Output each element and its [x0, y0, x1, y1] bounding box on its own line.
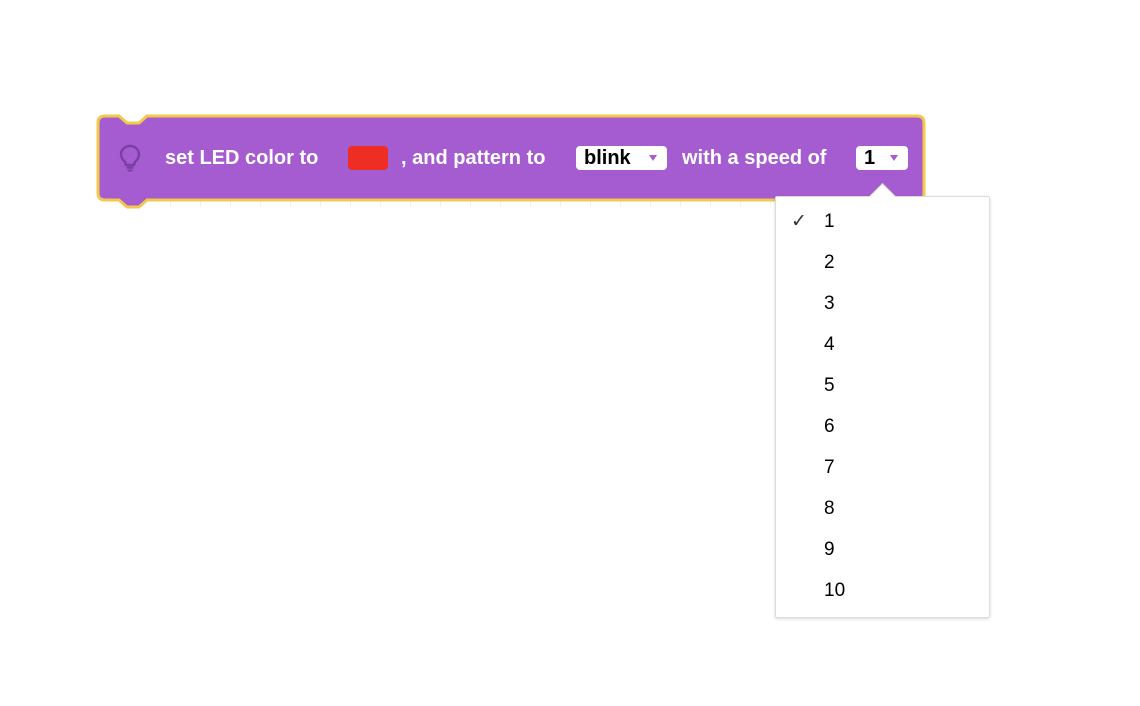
option-label: 7 [824, 457, 835, 478]
speed-option-7[interactable]: 7 [776, 448, 989, 489]
speed-option-5[interactable]: 5 [776, 366, 989, 407]
speed-options-list: ✓ 1 2 3 4 5 6 7 8 9 10 [775, 196, 990, 618]
speed-dropdown-menu: ✓ 1 2 3 4 5 6 7 8 9 10 [775, 183, 990, 618]
speed-value: 1 [864, 147, 876, 169]
label-pattern: , and pattern to [401, 147, 546, 169]
option-label: 6 [824, 416, 835, 437]
speed-dropdown[interactable]: 1 [856, 146, 908, 170]
speed-option-9[interactable]: 9 [776, 530, 989, 571]
chevron-down-icon [649, 155, 657, 161]
speed-option-2[interactable]: 2 [776, 243, 989, 284]
speed-option-10[interactable]: 10 [776, 571, 989, 612]
option-label: 4 [824, 334, 835, 355]
option-label: 10 [824, 580, 846, 601]
option-label: 3 [824, 293, 835, 314]
checkmark-icon: ✓ [791, 211, 807, 232]
option-label: 2 [824, 252, 835, 273]
chevron-down-icon [890, 155, 898, 161]
speed-option-3[interactable]: 3 [776, 284, 989, 325]
option-label: 9 [824, 539, 835, 560]
option-label: 1 [824, 211, 835, 232]
speed-option-4[interactable]: 4 [776, 325, 989, 366]
label-speed: with a speed of [682, 147, 827, 169]
label-set-led-color: set LED color to [165, 147, 319, 169]
lightbulb-icon [119, 144, 141, 172]
pattern-value: blink [584, 147, 631, 169]
speed-option-8[interactable]: 8 [776, 489, 989, 530]
led-color-picker[interactable] [348, 146, 388, 170]
speed-option-6[interactable]: 6 [776, 407, 989, 448]
pattern-dropdown[interactable]: blink [576, 146, 667, 170]
blocks-workspace[interactable]: set LED color to , and pattern to blink … [0, 0, 1140, 706]
set-led-block[interactable]: set LED color to , and pattern to blink … [96, 114, 926, 209]
option-label: 8 [824, 498, 835, 519]
option-label: 5 [824, 375, 835, 396]
